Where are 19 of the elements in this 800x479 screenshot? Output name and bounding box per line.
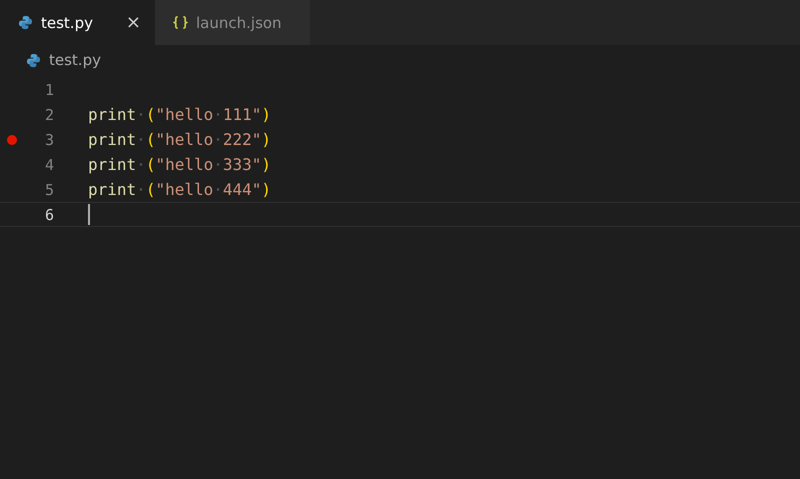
- code-line: print·("hello·222"): [88, 130, 272, 149]
- line-number: 4: [44, 156, 54, 174]
- editor-tab[interactable]: launch.json: [155, 0, 310, 45]
- python-icon: [18, 15, 33, 30]
- breadcrumb-item[interactable]: test.py: [49, 51, 101, 69]
- text-cursor: [88, 204, 90, 225]
- line-number: 3: [44, 130, 54, 148]
- close-button[interactable]: ×: [126, 12, 141, 33]
- line-number: 1: [44, 80, 54, 98]
- braces-icon: [173, 15, 188, 30]
- breakpoint-dot[interactable]: [7, 134, 17, 144]
- line-number: 5: [44, 180, 54, 198]
- code-line: print·("hello·444"): [88, 180, 272, 199]
- editor-tab[interactable]: test.py ×: [0, 0, 155, 45]
- code-line: print·("hello·111"): [88, 105, 272, 124]
- code-line: print·("hello·333"): [88, 155, 272, 174]
- python-icon: [26, 52, 41, 68]
- line-number: 6: [44, 206, 54, 224]
- line-number: 2: [44, 106, 54, 124]
